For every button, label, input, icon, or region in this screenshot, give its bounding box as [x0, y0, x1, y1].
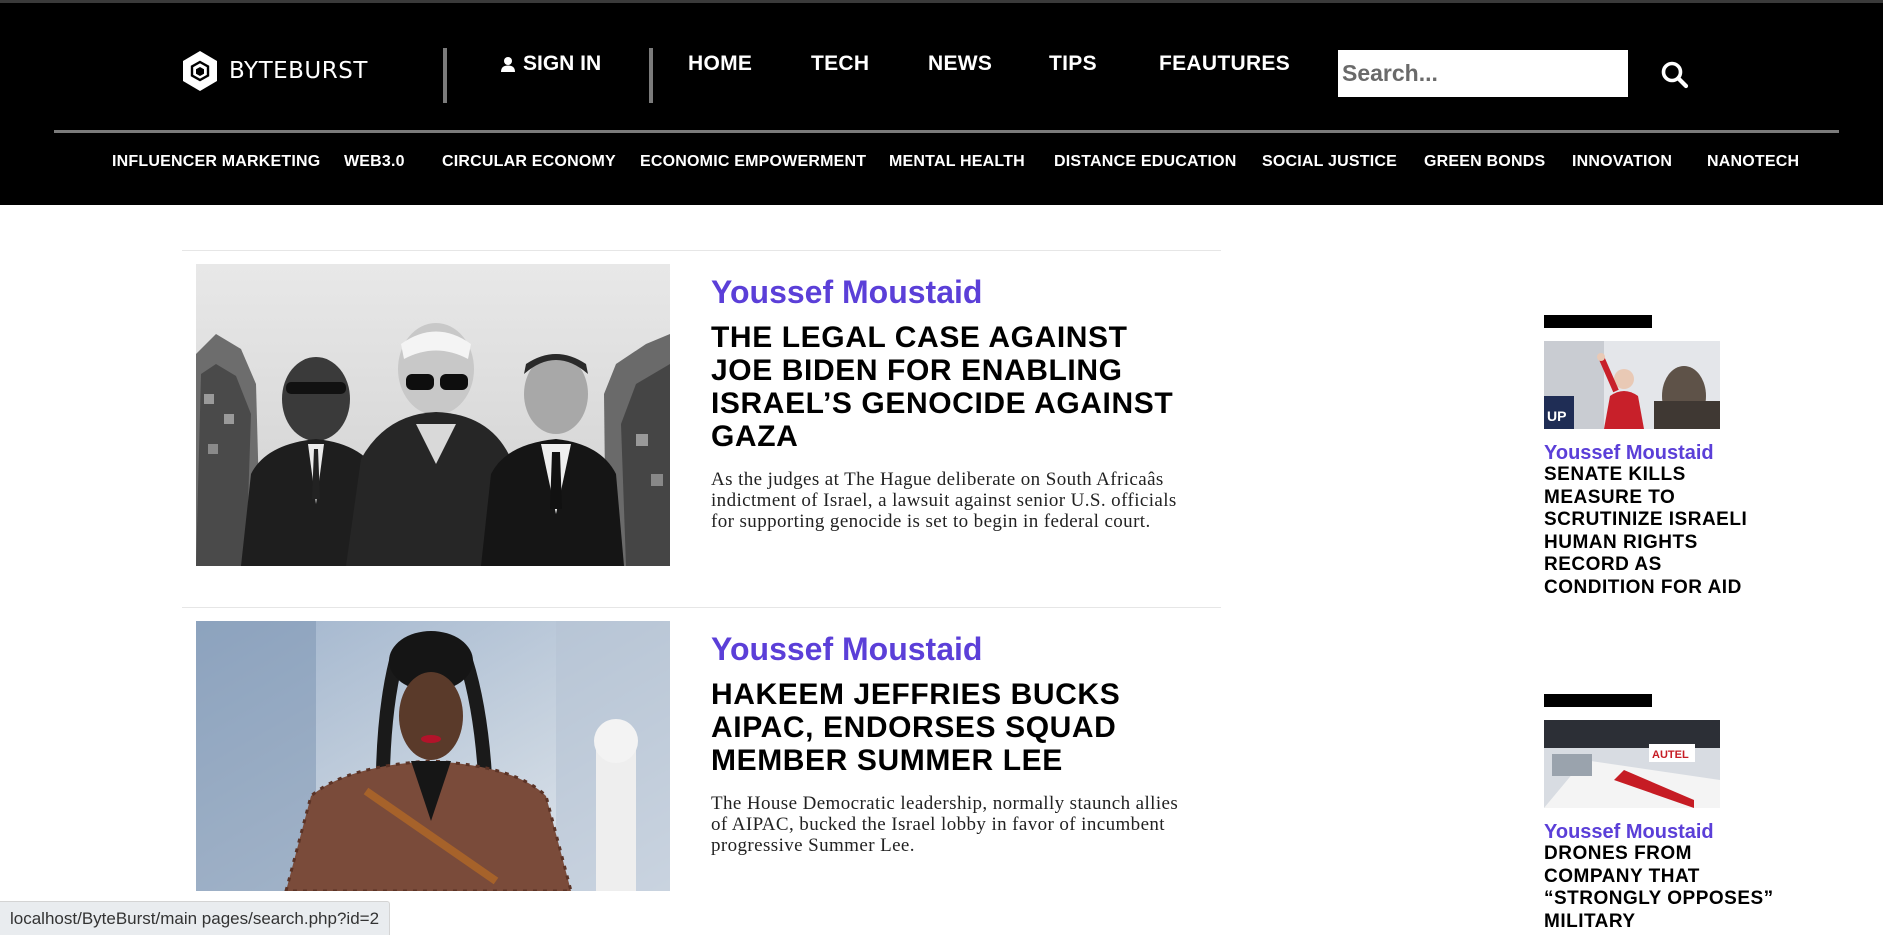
nav-tech[interactable]: TECH — [811, 52, 869, 76]
category-link[interactable]: MENTAL HEALTH — [889, 153, 1025, 171]
svg-text:AUTEL: AUTEL — [1652, 749, 1689, 761]
article-excerpt: The House Democratic leadership, normall… — [711, 793, 1179, 856]
sidebar-title[interactable]: DRONES FROM COMPANY THAT “STRONGLY OPPOS… — [1544, 843, 1774, 933]
sidebar-accent-bar — [1544, 694, 1652, 707]
sidebar-photo: AUTEL — [1544, 720, 1720, 808]
sign-in-link[interactable]: SIGN IN — [500, 52, 601, 76]
category-link[interactable]: GREEN BONDS — [1424, 153, 1545, 171]
search-input[interactable] — [1338, 50, 1628, 97]
category-link[interactable]: WEB3.0 — [344, 153, 405, 171]
page: BYTEBURST SIGN IN HOME TECH NEWS TIPS FE… — [0, 0, 1883, 935]
sidebar-photo: UP — [1544, 341, 1720, 429]
article-divider — [182, 607, 1221, 608]
article-excerpt: As the judges at The Hague deliberate on… — [711, 469, 1177, 532]
hexagon-logo-icon — [183, 51, 217, 91]
category-link[interactable]: INNOVATION — [1572, 153, 1672, 171]
article-photo — [196, 621, 670, 891]
article-thumbnail[interactable] — [196, 621, 670, 891]
sidebar-accent-bar — [1544, 315, 1652, 328]
category-link[interactable]: SOCIAL JUSTICE — [1262, 153, 1397, 171]
article-thumbnail[interactable] — [196, 264, 670, 566]
article-title[interactable]: THE LEGAL CASE AGAINST JOE BIDEN FOR ENA… — [711, 321, 1191, 453]
category-link[interactable]: INFLUENCER MARKETING — [112, 153, 320, 171]
status-bar-url: localhost/ByteBurst/main pages/search.ph… — [0, 901, 391, 935]
svg-text:UP: UP — [1547, 408, 1566, 424]
sign-in-label: SIGN IN — [523, 52, 602, 75]
user-icon — [501, 56, 515, 72]
brand-name: BYTEBURST — [229, 58, 368, 84]
nav-home[interactable]: HOME — [688, 52, 752, 76]
nav-news[interactable]: NEWS — [928, 52, 992, 76]
header-divider — [649, 48, 653, 103]
category-link[interactable]: ECONOMIC EMPOWERMENT — [640, 153, 866, 171]
sidebar-title[interactable]: SENATE KILLS MEASURE TO SCRUTINIZE ISRAE… — [1544, 464, 1774, 599]
sidebar-thumbnail[interactable]: UP — [1544, 341, 1720, 429]
header-rule — [54, 130, 1839, 133]
site-header: BYTEBURST SIGN IN HOME TECH NEWS TIPS FE… — [0, 0, 1883, 205]
category-link[interactable]: CIRCULAR ECONOMY — [442, 153, 616, 171]
sidebar-thumbnail[interactable]: AUTEL — [1544, 720, 1720, 808]
article-title[interactable]: HAKEEM JEFFRIES BUCKS AIPAC, ENDORSES SQ… — [711, 678, 1191, 777]
nav-features[interactable]: FEAUTURES — [1159, 52, 1290, 76]
site-logo[interactable]: BYTEBURST — [181, 50, 368, 92]
header-divider — [443, 48, 447, 103]
nav-tips[interactable]: TIPS — [1049, 52, 1097, 76]
sidebar-author[interactable]: Youssef Moustaid — [1544, 442, 1714, 465]
article-divider — [182, 250, 1221, 251]
article-author[interactable]: Youssef Moustaid — [711, 274, 982, 311]
header-top-border — [0, 0, 1883, 3]
article-author[interactable]: Youssef Moustaid — [711, 631, 982, 668]
sidebar-author[interactable]: Youssef Moustaid — [1544, 821, 1714, 844]
article-photo — [196, 264, 670, 566]
category-link[interactable]: NANOTECH — [1707, 153, 1799, 171]
search-icon[interactable] — [1660, 60, 1690, 90]
category-link[interactable]: DISTANCE EDUCATION — [1054, 153, 1237, 171]
category-nav: INFLUENCER MARKETING WEB3.0 CIRCULAR ECO… — [0, 153, 1883, 177]
